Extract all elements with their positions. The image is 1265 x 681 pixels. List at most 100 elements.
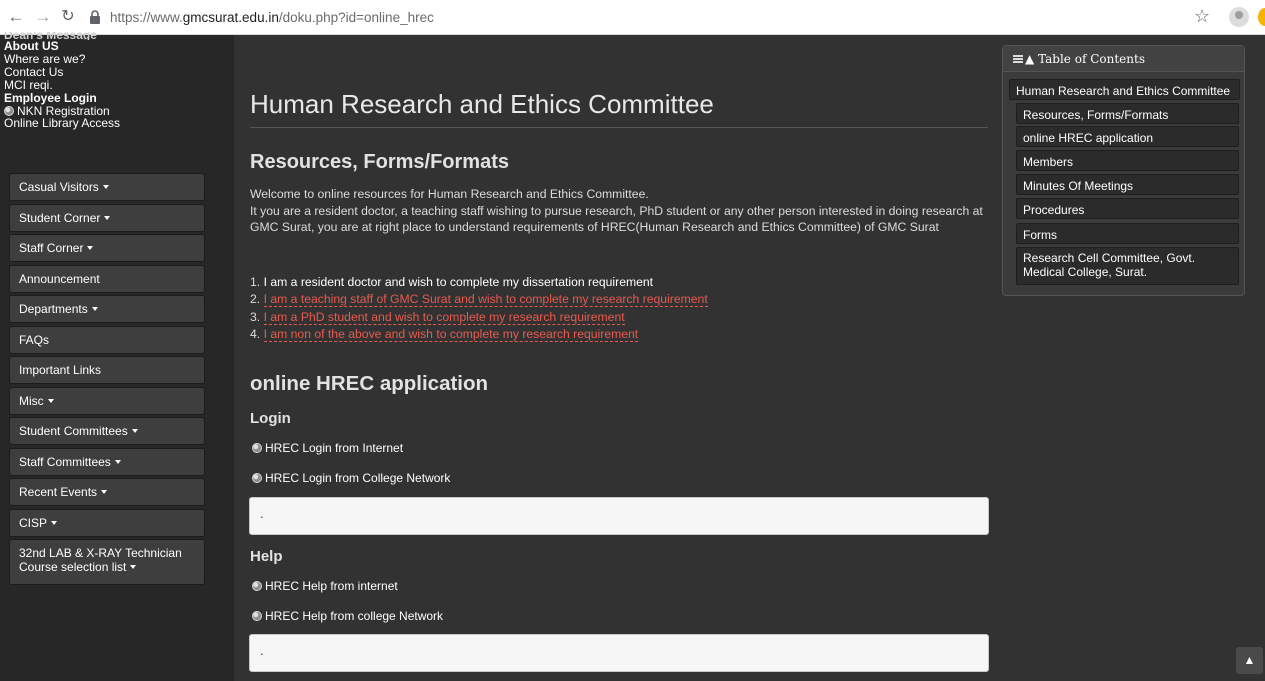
caret-down-icon xyxy=(102,185,109,189)
main-content: Human Research and Ethics Committee Reso… xyxy=(234,35,1006,681)
toc-item-label: Procedures xyxy=(1023,203,1085,217)
menu-button-9[interactable]: Staff Committees xyxy=(9,447,205,476)
sidebar-link-7[interactable]: Online Library Access xyxy=(0,117,234,130)
scroll-to-top-button[interactable]: ▲ xyxy=(1236,647,1263,674)
login-box-text: . xyxy=(260,506,264,521)
chevron-up-icon: ▲ xyxy=(1243,653,1256,667)
menu-button-5[interactable]: FAQs xyxy=(9,325,205,354)
menu-button-label: Casual Visitors xyxy=(19,180,99,194)
globe-icon xyxy=(252,611,262,621)
menu-button-label: Announcement xyxy=(19,271,100,286)
toc-item-label: Resources, Forms/Formats xyxy=(1023,108,1169,122)
globe-icon xyxy=(252,473,262,483)
bookmark-star-icon[interactable]: ☆ xyxy=(1194,6,1210,27)
toc-item-5[interactable]: Procedures xyxy=(1016,198,1239,219)
reload-icon[interactable]: ↻ xyxy=(58,7,78,27)
menu-button-7[interactable]: Misc xyxy=(9,386,205,415)
globe-icon xyxy=(4,105,14,116)
caret-down-icon xyxy=(104,215,111,220)
toc-item-6[interactable]: Forms xyxy=(1016,223,1239,244)
caret-down-icon xyxy=(51,520,58,525)
option-number: 3. xyxy=(250,309,261,324)
options-list: 1. I am a resident doctor and wish to co… xyxy=(250,274,708,343)
table-of-contents: ▲ Table of Contents Human Research and E… xyxy=(1002,45,1245,296)
menu-button-10[interactable]: Recent Events xyxy=(9,478,205,506)
forward-arrow-icon[interactable]: → xyxy=(33,7,53,27)
help-box-text: . xyxy=(260,643,264,658)
option-item-2: 2. I am a teaching staff of GMC Surat an… xyxy=(250,291,708,308)
title-divider xyxy=(250,127,988,128)
caret-down-icon xyxy=(47,398,54,403)
toc-item-0[interactable]: Human Research and Ethics Committee xyxy=(1009,79,1240,100)
toc-item-label: Forms xyxy=(1023,228,1057,242)
option-link[interactable]: I am non of the above and wish to comple… xyxy=(263,326,639,342)
option-item-1: 1. I am a resident doctor and wish to co… xyxy=(250,274,708,291)
back-arrow-icon[interactable]: ← xyxy=(6,7,26,27)
caret-down-icon xyxy=(131,429,138,433)
sidebar-link-label: NKN Registration xyxy=(17,103,110,118)
caret-down-icon xyxy=(87,246,94,250)
menu-button-12[interactable]: 32nd LAB & X-RAY Technician Course selec… xyxy=(9,539,205,585)
option-number: 1. xyxy=(250,275,261,289)
hrec-login-college-label: HREC Login from College Network xyxy=(265,471,451,485)
menu-button-label: Departments xyxy=(19,302,88,316)
caret-down-icon xyxy=(114,459,121,464)
menu-button-label: Staff Committees xyxy=(19,454,111,469)
menu-button-label: Student Corner xyxy=(19,210,101,225)
caret-down-icon xyxy=(101,490,108,494)
menu-button-1[interactable]: Student Corner xyxy=(9,203,205,232)
intro-line-1: Welcome to online resources for Human Re… xyxy=(250,187,649,201)
hrec-help-college-link[interactable]: HREC Help from college Network xyxy=(252,609,443,623)
menu-button-label: Recent Events xyxy=(19,485,98,499)
intro-line-2: It you are a resident doctor, a teaching… xyxy=(250,203,983,235)
menu-button-label: Staff Corner xyxy=(19,241,84,255)
toc-header-label: Table of Contents xyxy=(1038,52,1145,66)
hrec-login-college-link[interactable]: HREC Login from College Network xyxy=(252,471,450,485)
url-prefix: https://www. xyxy=(110,10,183,25)
toc-item-4[interactable]: Minutes Of Meetings xyxy=(1016,174,1239,195)
menu-button-11[interactable]: CISP xyxy=(9,508,205,537)
profile-avatar-icon[interactable] xyxy=(1229,7,1249,27)
menu-button-8[interactable]: Student Committees xyxy=(9,417,205,445)
toc-item-label: Minutes Of Meetings xyxy=(1023,179,1134,193)
url-domain: gmcsurat.edu.in xyxy=(182,10,279,25)
menu-button-3[interactable]: Announcement xyxy=(9,264,205,293)
url-path: /doku.php?id=online_hrec xyxy=(278,10,434,25)
sidebar-link-label: Online Library Access xyxy=(4,116,121,131)
toc-item-1[interactable]: Resources, Forms/Formats xyxy=(1016,103,1239,124)
menu-button-4[interactable]: Departments xyxy=(9,295,205,323)
hrec-help-internet-label: HREC Help from internet xyxy=(265,579,398,593)
help-heading: Help xyxy=(250,548,283,565)
browser-toolbar: ← → ↻ https://www.gmcsurat.edu.in/doku.p… xyxy=(0,0,1265,35)
login-heading: Login xyxy=(250,410,291,427)
menu-button-label: FAQs xyxy=(19,332,50,347)
option-number: 4. xyxy=(250,326,261,341)
intro-paragraph: Welcome to online resources for Human Re… xyxy=(250,186,995,236)
sidebar-links: Dean's Message About US Where are we? Conta… xyxy=(0,32,234,130)
hrec-help-internet-link[interactable]: HREC Help from internet xyxy=(252,579,398,593)
toc-item-label: Human Research and Ethics Committee xyxy=(1016,84,1231,98)
menu-button-0[interactable]: Casual Visitors xyxy=(9,173,205,201)
section-online-application-heading: online HREC application xyxy=(250,372,489,395)
hrec-login-internet-label: HREC Login from Internet xyxy=(265,441,404,455)
login-info-box: . xyxy=(249,497,989,535)
toc-item-7[interactable]: Research Cell Committee, Govt. Medical C… xyxy=(1016,247,1239,285)
menu-button-2[interactable]: Staff Corner xyxy=(9,234,205,262)
option-item-4: 4. I am non of the above and wish to com… xyxy=(250,326,708,343)
option-number: 2. xyxy=(250,292,261,307)
page-title: Human Research and Ethics Committee xyxy=(250,89,714,119)
toc-item-3[interactable]: Members xyxy=(1016,150,1239,171)
toc-item-2[interactable]: online HREC application xyxy=(1016,126,1239,147)
option-link[interactable]: I am a PhD student and wish to complete … xyxy=(263,309,625,325)
extension-icon[interactable] xyxy=(1258,8,1265,26)
hrec-login-internet-link[interactable]: HREC Login from Internet xyxy=(252,441,403,455)
option-link[interactable]: I am a teaching staff of GMC Surat and w… xyxy=(263,292,708,308)
address-bar-url[interactable]: https://www.gmcsurat.edu.in/doku.php?id=… xyxy=(110,10,434,25)
toc-item-label: Members xyxy=(1023,155,1074,169)
help-info-box: . xyxy=(249,634,989,672)
menu-button-label: Important Links xyxy=(19,363,102,377)
sidebar-link-label: Where are we? xyxy=(4,51,86,66)
menu-button-6[interactable]: Important Links xyxy=(9,356,205,384)
toc-header[interactable]: ▲ Table of Contents xyxy=(1003,46,1244,72)
sidebar-menu: Casual Visitors Student Corner Staff Corne… xyxy=(9,173,205,588)
